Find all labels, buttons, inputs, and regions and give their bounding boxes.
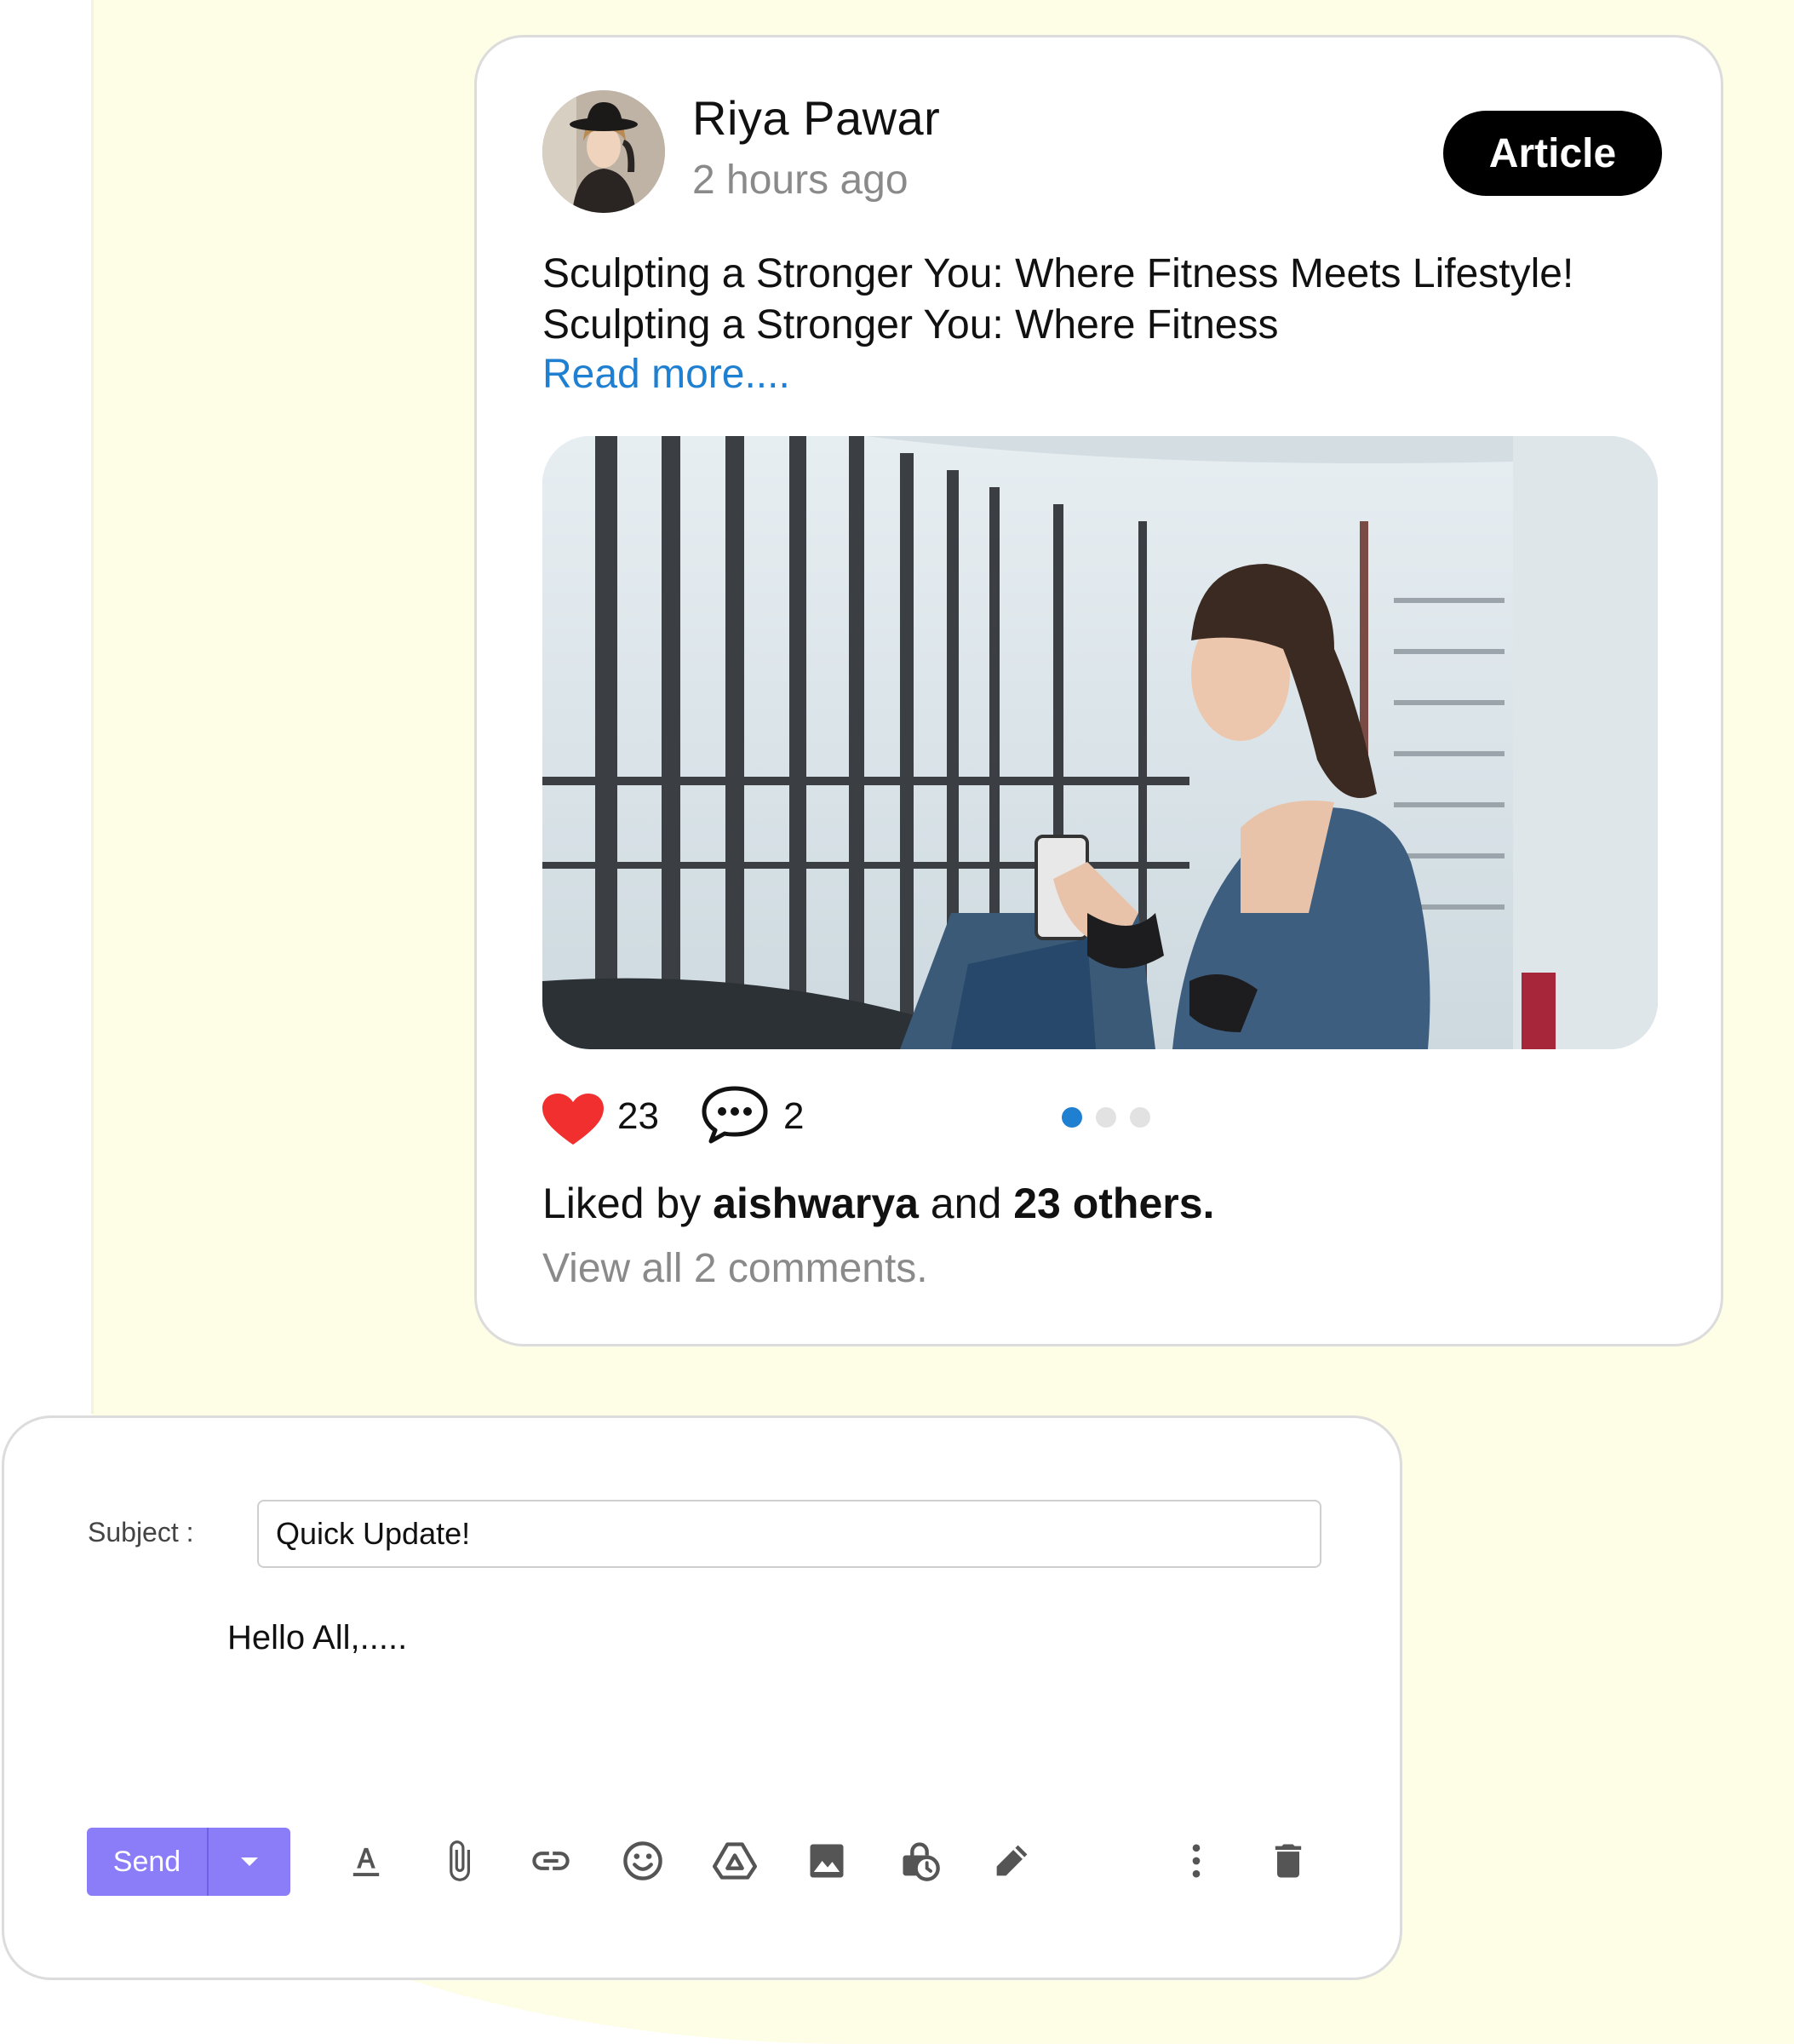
link-icon[interactable] bbox=[524, 1834, 578, 1888]
subject-label: Subject : bbox=[88, 1517, 194, 1547]
carousel-dot[interactable] bbox=[1096, 1107, 1116, 1128]
gym-photo bbox=[542, 436, 1658, 1049]
send-group: Send bbox=[87, 1828, 290, 1896]
message-body[interactable]: Hello All,..... bbox=[227, 1619, 407, 1657]
comment-icon[interactable] bbox=[701, 1083, 769, 1146]
emoji-icon[interactable] bbox=[616, 1834, 670, 1888]
text-format-icon[interactable] bbox=[339, 1834, 393, 1888]
liked-and: and bbox=[930, 1180, 1002, 1227]
send-button[interactable]: Send bbox=[87, 1828, 209, 1896]
liked-by-text: Liked by aishwarya and 23 others. bbox=[542, 1179, 1214, 1228]
chevron-down-icon bbox=[241, 1857, 258, 1866]
liked-prefix: Liked by bbox=[542, 1180, 702, 1227]
compose-card: Subject : Hello All,..... Send bbox=[2, 1415, 1402, 1980]
author-name[interactable]: Riya Pawar bbox=[692, 90, 940, 146]
post-image[interactable] bbox=[542, 436, 1658, 1049]
delete-icon[interactable] bbox=[1261, 1834, 1315, 1888]
post-actions: 23 2 bbox=[542, 1083, 1658, 1151]
carousel-dot[interactable] bbox=[1130, 1107, 1150, 1128]
image-icon[interactable] bbox=[800, 1834, 854, 1888]
view-comments-link[interactable]: View all 2 comments. bbox=[542, 1245, 928, 1292]
post-text: Sculpting a Stronger You: Where Fitness … bbox=[542, 251, 1574, 347]
carousel-indicator bbox=[1062, 1107, 1150, 1128]
like-count: 23 bbox=[617, 1095, 659, 1137]
more-options-icon[interactable] bbox=[1169, 1834, 1224, 1888]
confidential-mode-icon[interactable] bbox=[892, 1834, 947, 1888]
carousel-dot-active[interactable] bbox=[1062, 1107, 1082, 1128]
send-options-button[interactable] bbox=[209, 1828, 290, 1896]
article-badge[interactable]: Article bbox=[1443, 111, 1662, 196]
heart-icon[interactable] bbox=[542, 1094, 604, 1146]
signature-icon[interactable] bbox=[984, 1834, 1039, 1888]
comment-count: 2 bbox=[783, 1095, 805, 1137]
post-timestamp: 2 hours ago bbox=[692, 158, 908, 203]
subject-input[interactable] bbox=[257, 1500, 1321, 1568]
liked-others[interactable]: 23 others. bbox=[1013, 1180, 1214, 1227]
attach-icon[interactable] bbox=[432, 1834, 486, 1888]
avatar-image bbox=[542, 90, 665, 213]
post-card: Riya Pawar 2 hours ago Article Sculpting… bbox=[474, 35, 1723, 1346]
liked-user[interactable]: aishwarya bbox=[713, 1180, 919, 1227]
drive-icon[interactable] bbox=[708, 1834, 762, 1888]
avatar[interactable] bbox=[542, 90, 665, 213]
read-more-link[interactable]: Read more.... bbox=[542, 351, 790, 398]
